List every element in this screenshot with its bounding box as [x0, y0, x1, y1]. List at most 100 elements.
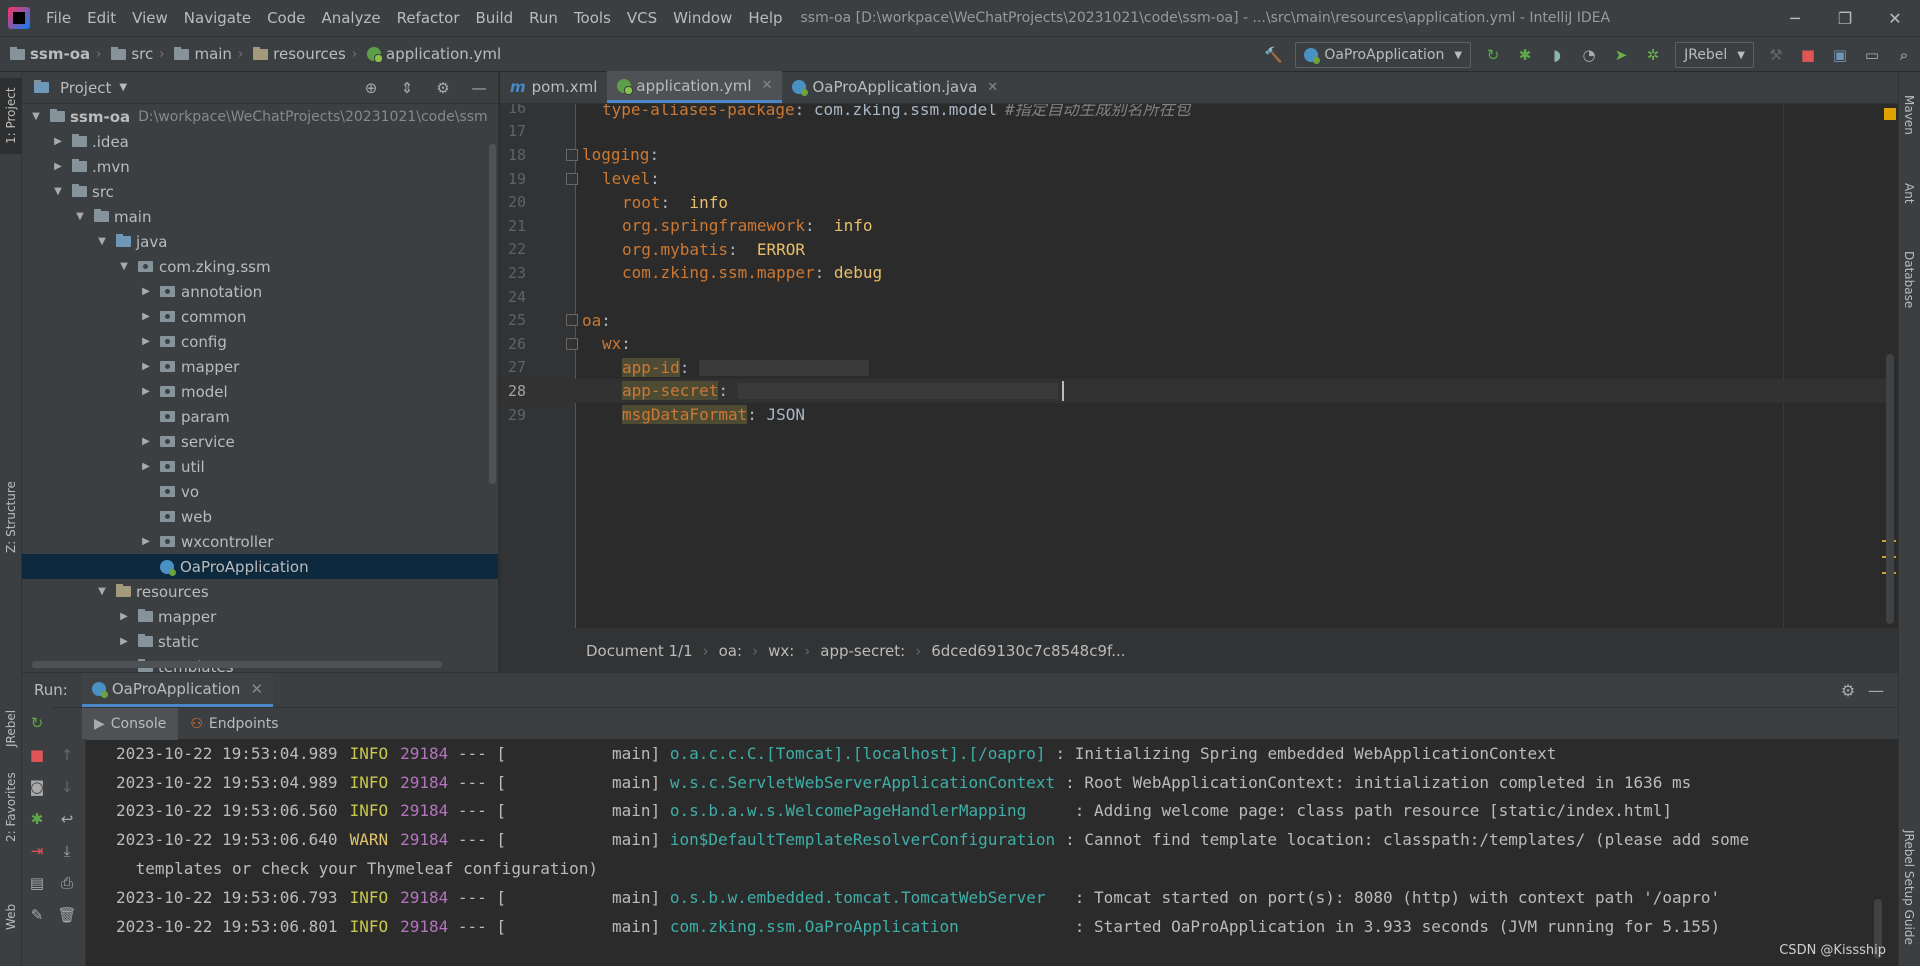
editor-vertical-scrollbar[interactable] [1886, 354, 1894, 624]
tool-tab-jrebel-setup-guide[interactable]: JRebel Setup Guide [1898, 812, 1920, 962]
locate-target-icon[interactable]: ⊕ [358, 79, 384, 97]
tree-row[interactable]: ▶ mapper [22, 354, 498, 379]
tree-row[interactable]: ▶ annotation [22, 279, 498, 304]
chevron-right-icon[interactable]: ▶ [138, 336, 154, 347]
menu-vcs[interactable]: VCS [619, 0, 665, 36]
arrow-up-icon[interactable]: ↑ [52, 739, 82, 771]
chevron-down-icon[interactable]: ▼ [28, 111, 44, 122]
soft-wrap-icon[interactable]: ↩ [52, 803, 82, 835]
gear-icon[interactable]: ⚙ [430, 79, 456, 97]
profiler-icon[interactable]: ◔ [1576, 42, 1602, 68]
stop-icon[interactable]: ■ [1795, 42, 1821, 68]
arrow-down-icon[interactable]: ↓ [52, 771, 82, 803]
tree-row[interactable]: ▶ common [22, 304, 498, 329]
fold-marker-icon[interactable] [566, 337, 578, 350]
menu-file[interactable]: File [38, 0, 79, 36]
code-editor[interactable]: 16 type-aliases-package: com.zking.ssm.mo… [500, 104, 1898, 628]
chevron-right-icon[interactable]: ▶ [116, 611, 132, 622]
breadcrumb-item[interactable]: app-secret: [820, 642, 905, 660]
tree-row[interactable]: ▼ java [22, 229, 498, 254]
tree-row[interactable]: ▼ main [22, 204, 498, 229]
tree-row[interactable]: OaProApplication [22, 554, 498, 579]
gear-icon[interactable]: ⚙ [1834, 681, 1862, 700]
tree-row[interactable]: ▶ service [22, 429, 498, 454]
stop-icon[interactable]: ■ [22, 739, 52, 771]
tool-tab-structure[interactable]: Z: Structure [0, 472, 22, 562]
minimize-button[interactable]: ─ [1770, 0, 1820, 36]
tree-row[interactable]: web [22, 504, 498, 529]
inspection-warning-icon[interactable] [1884, 108, 1896, 120]
tree-row[interactable]: ▼ resources [22, 579, 498, 604]
tree-horizontal-scrollbar[interactable] [32, 661, 442, 668]
tree-row[interactable]: ▶ .mvn [22, 154, 498, 179]
tree-row[interactable]: vo [22, 479, 498, 504]
jrebel-debug-icon[interactable]: ✲ [1640, 42, 1666, 68]
chevron-right-icon[interactable]: ▶ [138, 436, 154, 447]
debug-bug-icon[interactable]: ✱ [1512, 42, 1538, 68]
chevron-right-icon[interactable]: ▶ [50, 136, 66, 147]
tab-oaproapplication-java[interactable]: OaProApplication.java ✕ [782, 71, 1008, 103]
collapse-all-icon[interactable]: ⇕ [394, 79, 420, 97]
project-view-select[interactable]: Project [60, 79, 111, 97]
hide-panel-icon[interactable]: — [1862, 681, 1890, 700]
tree-vertical-scrollbar[interactable] [489, 144, 496, 484]
tree-row[interactable]: ▶ static [22, 629, 498, 654]
tool-tab-maven[interactable]: Maven [1898, 80, 1920, 150]
chevron-right-icon[interactable]: ▶ [50, 161, 66, 172]
tree-row[interactable]: ▶ config [22, 329, 498, 354]
breadcrumb-item[interactable]: wx: [768, 642, 794, 660]
menu-edit[interactable]: Edit [79, 0, 124, 36]
chevron-right-icon[interactable]: ▶ [138, 361, 154, 372]
tool-tab-favorites[interactable]: 2: Favorites [0, 762, 22, 852]
chevron-down-icon[interactable]: ▼ [116, 261, 132, 272]
chevron-right-icon[interactable]: ▶ [116, 636, 132, 647]
pin-icon[interactable]: ✎ [22, 899, 52, 931]
toggle-panel-icon[interactable]: ▭ [1859, 42, 1885, 68]
fold-marker-icon[interactable] [566, 172, 578, 185]
restore-button[interactable]: ❐ [1820, 0, 1870, 36]
tree-row[interactable]: ▶ model [22, 379, 498, 404]
subtab-endpoints[interactable]: ⚇ Endpoints [178, 708, 290, 740]
nav-crumb-resources[interactable]: resources › [243, 45, 357, 63]
nav-crumb-project[interactable]: ssm-oa › [0, 45, 101, 63]
subtab-console[interactable]: ▶ Console [82, 707, 179, 740]
menu-navigate[interactable]: Navigate [176, 0, 259, 36]
rerun-icon[interactable]: ↻ [1480, 42, 1506, 68]
console-output[interactable]: 2023-10-22 19:53:04.989 INFO 29184 --- [ m… [86, 739, 1886, 966]
nav-crumb-src[interactable]: src › [101, 45, 164, 63]
tree-row[interactable]: ▼ src [22, 179, 498, 204]
menu-refactor[interactable]: Refactor [389, 0, 468, 36]
tree-row[interactable]: param [22, 404, 498, 429]
chevron-down-icon[interactable]: ▼ [94, 236, 110, 247]
fold-marker-icon[interactable] [566, 148, 578, 161]
menu-view[interactable]: View [124, 0, 176, 36]
run-tab-oaproapplication[interactable]: OaProApplication ✕ [81, 673, 274, 707]
camera-icon[interactable]: ◙ [22, 771, 52, 803]
jrebel-run-icon[interactable]: ➤ [1608, 42, 1634, 68]
scroll-to-end-icon[interactable]: ⤓ [52, 835, 82, 867]
fold-marker-icon[interactable] [566, 314, 578, 327]
chevron-right-icon[interactable]: ▶ [138, 311, 154, 322]
tool-tab-jrebel[interactable]: JRebel [0, 700, 22, 756]
hammer-disabled-icon[interactable]: ⚒ [1763, 42, 1789, 68]
trash-icon[interactable]: 🗑 [52, 899, 82, 931]
tree-row[interactable]: ▶ util [22, 454, 498, 479]
nav-crumb-file[interactable]: application.yml [357, 45, 501, 63]
jrebel-select[interactable]: JRebel ▼ [1675, 42, 1754, 68]
print-icon[interactable]: ⎙ [52, 867, 82, 899]
chevron-right-icon[interactable]: ▶ [138, 386, 154, 397]
breadcrumb-item[interactable]: 6dced69130c7c8548c9f... [931, 642, 1125, 660]
tab-pom-xml[interactable]: m pom.xml [500, 71, 607, 103]
menu-run[interactable]: Run [521, 0, 566, 36]
run-configuration-select[interactable]: OaProApplication ▼ [1295, 42, 1472, 68]
layout-icon[interactable]: ▤ [22, 867, 52, 899]
close-window-button[interactable]: ✕ [1870, 0, 1920, 36]
chevron-right-icon[interactable]: ▶ [138, 461, 154, 472]
tool-tab-database[interactable]: Database [1898, 240, 1920, 320]
coverage-icon[interactable]: ◗ [1544, 42, 1570, 68]
project-structure-icon[interactable]: ▣ [1827, 42, 1853, 68]
menu-analyze[interactable]: Analyze [313, 0, 388, 36]
tree-row[interactable]: ▶ .idea [22, 129, 498, 154]
chevron-down-icon[interactable]: ▼ [50, 186, 66, 197]
menu-code[interactable]: Code [259, 0, 313, 36]
